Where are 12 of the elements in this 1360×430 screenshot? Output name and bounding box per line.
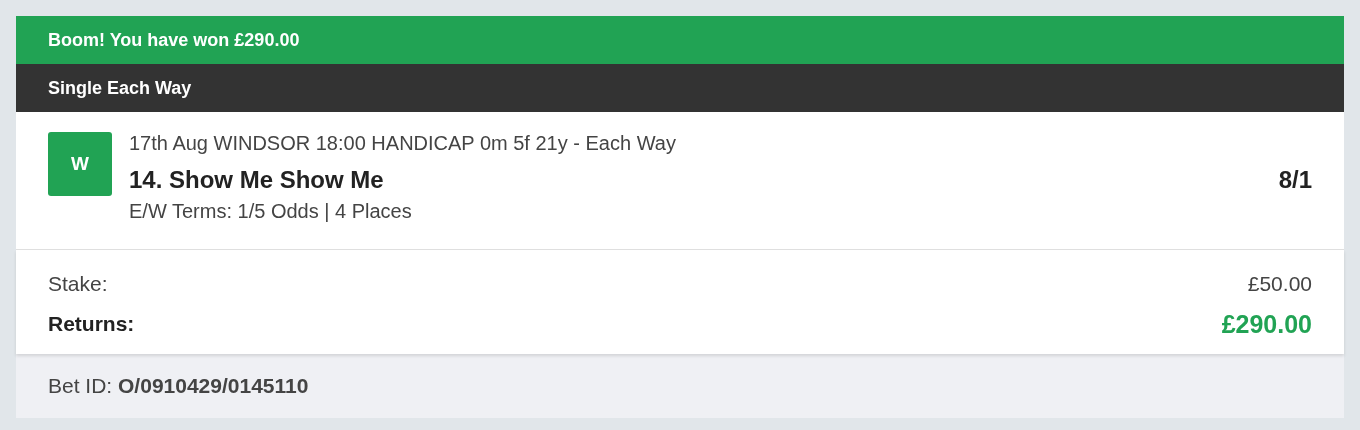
event-description: 17th Aug WINDSOR 18:00 HANDICAP 0m 5f 21y - Each Way [129,131,677,156]
total-value: £50.00 [1247,272,1312,296]
runner-name: 14. Show Me Show Me [129,166,384,194]
total-value: £290.00 [1221,309,1312,339]
total-label: Returns: [48,312,135,336]
bet-id: Bet ID: O/0910429/0145110 [48,374,309,398]
win-banner: Boom! You have won £290.00 [16,16,1344,64]
total-label: Stake: [48,272,108,296]
odds: 8/1 [1278,166,1312,194]
result-badge: W [48,132,112,196]
bet-type-header: Single Each Way [16,64,1344,112]
each-way-terms: E/W Terms: 1/5 Odds | 4 Places [129,200,413,223]
